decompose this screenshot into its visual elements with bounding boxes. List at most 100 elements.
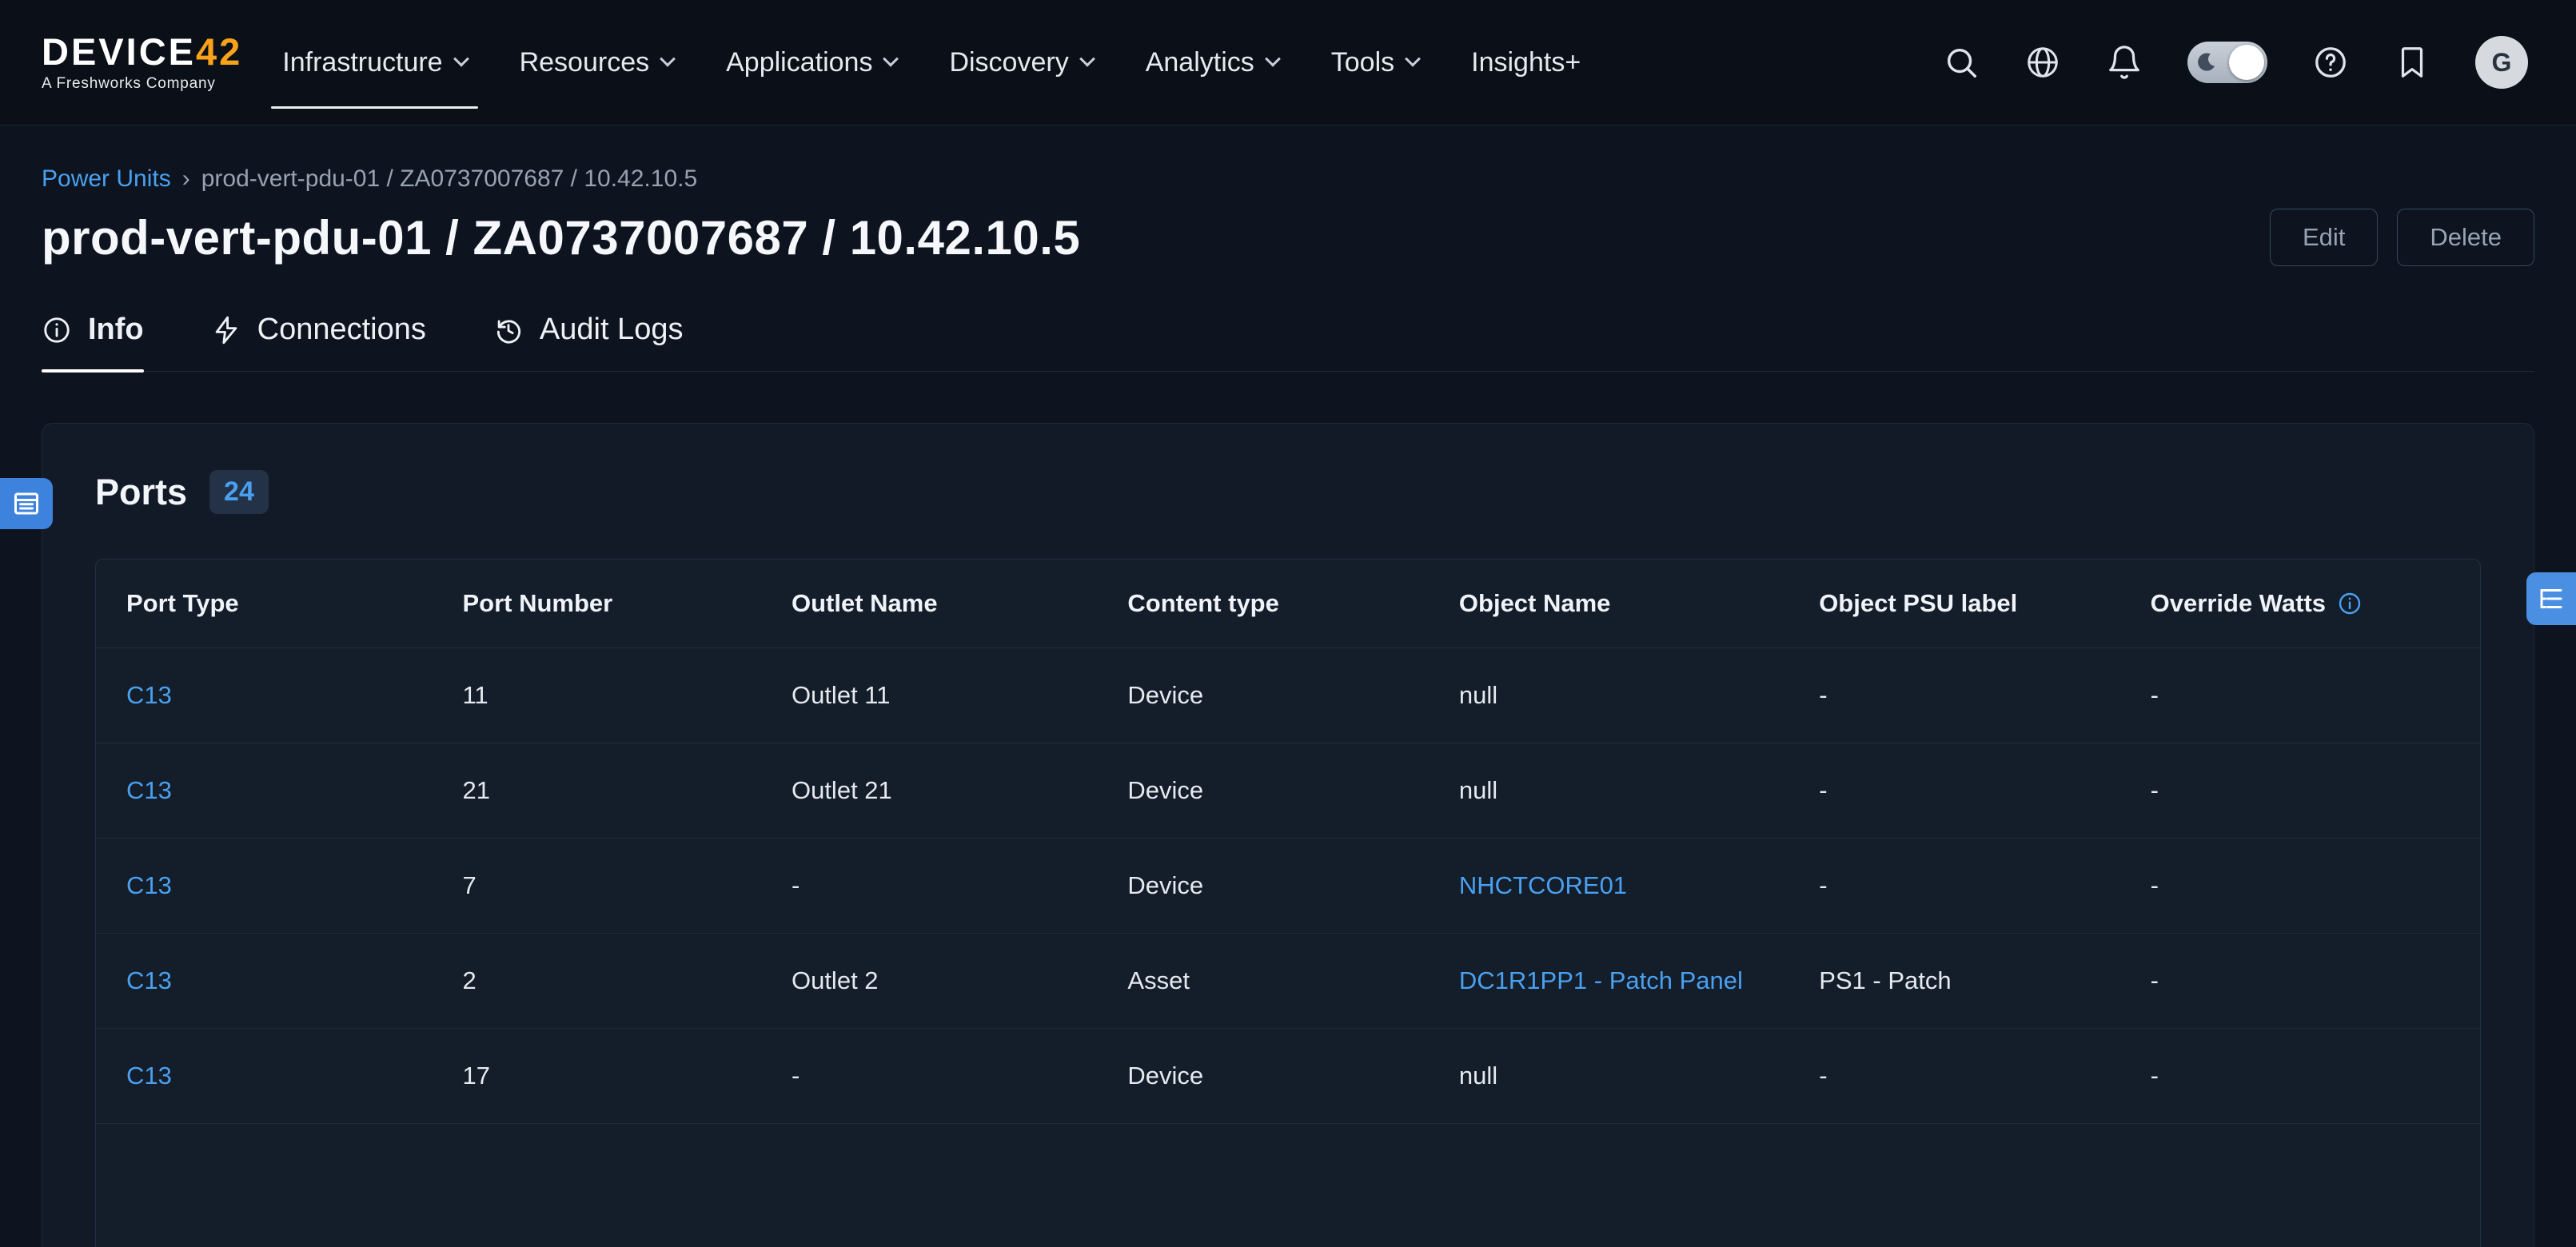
nav-label: Applications [726, 47, 872, 78]
outlet-name-cell: Outlet 2 [761, 934, 1097, 1028]
table-header-row: Port Type Port Number Outlet Name Conten… [96, 560, 2480, 647]
nav-item-applications[interactable]: Applications [726, 47, 896, 78]
outlet-name-cell: Outlet 21 [761, 743, 1097, 838]
nav-item-discovery[interactable]: Discovery [949, 47, 1092, 78]
column-header-override-watts: Override Watts [2120, 560, 2480, 647]
table-row: C13 7 - Device NHCTCORE01 - - [96, 838, 2480, 933]
globe-icon[interactable] [2024, 44, 2061, 81]
table-row: C13 2 Outlet 2 Asset DC1R1PP1 - Patch Pa… [96, 933, 2480, 1028]
avatar-initial: G [2492, 48, 2512, 78]
header-actions: G [1943, 36, 2528, 89]
tab-label: Connections [257, 313, 426, 347]
ports-title: Ports [95, 472, 187, 513]
content-type-cell: Device [1097, 1029, 1428, 1123]
outlet-name-cell: - [761, 1029, 1097, 1123]
breadcrumb: Power Units › prod-vert-pdu-01 / ZA07370… [42, 165, 2534, 193]
brand-name: DEVICE [42, 30, 196, 73]
port-number-cell: 7 [432, 839, 761, 933]
brand-tagline: A Freshworks Company [42, 75, 242, 93]
content-type-cell: Device [1097, 648, 1428, 743]
user-avatar[interactable]: G [2475, 36, 2528, 89]
column-header-content-type: Content type [1097, 560, 1428, 647]
override-watts-cell: - [2120, 839, 2480, 933]
outlet-name-cell: Outlet 11 [761, 648, 1097, 743]
nav-label: Resources [520, 47, 650, 78]
nav-item-infrastructure[interactable]: Infrastructure [282, 47, 466, 78]
search-icon[interactable] [1943, 44, 1980, 81]
object-name-cell: null [1429, 648, 1788, 743]
port-type-link[interactable]: C13 [96, 934, 432, 1028]
nav-item-tools[interactable]: Tools [1331, 47, 1418, 78]
nav-item-insights[interactable]: Insights+ [1471, 47, 1581, 78]
content-type-cell: Device [1097, 743, 1428, 838]
chevron-down-icon [1265, 51, 1281, 67]
ports-table: Port Type Port Number Outlet Name Conten… [95, 559, 2481, 1247]
toggle-knob [2229, 45, 2264, 80]
object-name-cell: null [1429, 743, 1788, 838]
tab-bar: Info Connections Audit Logs [42, 313, 2534, 372]
object-psu-label-cell: - [1788, 839, 2119, 933]
nav-label: Discovery [949, 47, 1068, 78]
left-panel-toggle[interactable] [0, 478, 53, 529]
nav-item-resources[interactable]: Resources [520, 47, 674, 78]
edit-button[interactable]: Edit [2270, 209, 2378, 266]
table-row: C13 17 - Device null - - [96, 1028, 2480, 1123]
breadcrumb-link-power-units[interactable]: Power Units [42, 165, 171, 193]
port-number-cell: 11 [432, 648, 761, 743]
ports-count-badge: 24 [209, 470, 269, 514]
chevron-down-icon [1079, 51, 1095, 67]
page-title: prod-vert-pdu-01 / ZA0737007687 / 10.42.… [42, 210, 1080, 265]
column-header-outlet-name: Outlet Name [761, 560, 1097, 647]
right-panel-toggle[interactable] [2526, 572, 2576, 625]
breadcrumb-current: prod-vert-pdu-01 / ZA0737007687 / 10.42.… [201, 165, 697, 193]
moon-icon [2195, 51, 2217, 74]
port-number-cell: 2 [432, 934, 761, 1028]
tab-info[interactable]: Info [42, 313, 144, 371]
notifications-bell-icon[interactable] [2106, 44, 2143, 81]
table-row: C13 11 Outlet 11 Device null - - [96, 647, 2480, 743]
nav-label: Infrastructure [282, 47, 442, 78]
object-name-link[interactable]: DC1R1PP1 - Patch Panel [1429, 934, 1788, 1028]
list-icon [12, 489, 41, 518]
port-type-link[interactable]: C13 [96, 1029, 432, 1123]
port-type-link[interactable]: C13 [96, 648, 432, 743]
outlet-name-cell: - [761, 839, 1097, 933]
column-header-port-number: Port Number [432, 560, 761, 647]
chevron-down-icon [660, 51, 676, 67]
chevron-down-icon [1405, 51, 1421, 67]
port-number-cell: 17 [432, 1029, 761, 1123]
nav-label: Analytics [1146, 47, 1254, 78]
column-header-object-name: Object Name [1429, 560, 1788, 647]
port-type-link[interactable]: C13 [96, 743, 432, 838]
breadcrumb-separator: › [182, 165, 190, 193]
port-type-link[interactable]: C13 [96, 839, 432, 933]
lightning-icon [211, 315, 241, 345]
object-name-link[interactable]: NHCTCORE01 [1429, 839, 1788, 933]
theme-toggle[interactable] [2187, 42, 2267, 83]
brand-number: 42 [196, 30, 242, 73]
main-nav: Infrastructure Resources Applications Di… [282, 47, 1581, 78]
delete-button[interactable]: Delete [2397, 209, 2534, 266]
override-watts-info-icon[interactable] [2337, 591, 2363, 616]
tree-icon [2537, 584, 2566, 613]
bookmark-icon[interactable] [2394, 44, 2430, 81]
help-icon[interactable] [2312, 44, 2349, 81]
tab-label: Audit Logs [540, 313, 684, 347]
top-nav: DEVICE42 A Freshworks Company Infrastruc… [0, 0, 2576, 125]
override-watts-cell: - [2120, 743, 2480, 838]
object-psu-label-cell: - [1788, 743, 2119, 838]
table-row [96, 1123, 2480, 1247]
nav-item-analytics[interactable]: Analytics [1146, 47, 1278, 78]
chevron-down-icon [883, 51, 899, 67]
tab-audit-logs[interactable]: Audit Logs [493, 313, 684, 371]
tab-connections[interactable]: Connections [211, 313, 426, 371]
info-icon [42, 315, 72, 345]
brand-logo[interactable]: DEVICE42 A Freshworks Company [42, 33, 242, 93]
content-type-cell: Device [1097, 839, 1428, 933]
chevron-down-icon [453, 51, 469, 67]
override-watts-cell: - [2120, 1029, 2480, 1123]
object-name-cell: null [1429, 1029, 1788, 1123]
nav-label: Insights+ [1471, 47, 1581, 78]
object-psu-label-cell: - [1788, 648, 2119, 743]
content-type-cell: Asset [1097, 934, 1428, 1028]
